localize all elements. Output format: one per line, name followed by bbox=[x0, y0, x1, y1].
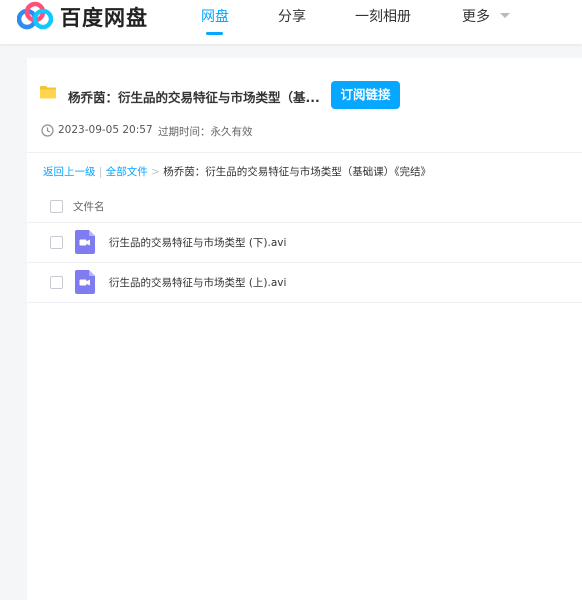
breadcrumb-separator: > bbox=[151, 166, 160, 178]
nav-tab-moments-album[interactable]: 一刻相册 bbox=[355, 6, 411, 26]
breadcrumb-separator: | bbox=[98, 166, 103, 178]
active-tab-indicator bbox=[206, 32, 223, 35]
subscribe-link-button[interactable]: 订阅链接 bbox=[331, 81, 400, 109]
nav-tab-more[interactable]: 更多 bbox=[462, 6, 490, 26]
clock-icon bbox=[41, 124, 54, 137]
video-file-icon bbox=[75, 270, 95, 294]
file-name[interactable]: 衍生品的交易特征与市场类型 (下).avi bbox=[109, 235, 286, 250]
top-navigation-bar: 百度网盘 网盘 分享 一刻相册 更多 bbox=[0, 0, 582, 44]
file-row[interactable]: 衍生品的交易特征与市场类型 (上).avi bbox=[27, 262, 582, 302]
breadcrumb-back-link[interactable]: 返回上一级 bbox=[43, 166, 96, 178]
chevron-down-icon[interactable] bbox=[500, 13, 510, 18]
share-panel: 杨乔茵：衍生品的交易特征与市场类型（基... 订阅链接 2023-09-05 2… bbox=[27, 58, 582, 600]
nav-tab-share[interactable]: 分享 bbox=[278, 6, 306, 26]
video-file-icon bbox=[75, 230, 95, 254]
share-date: 2023-09-05 20:57 bbox=[58, 124, 153, 136]
cloud-logo-icon bbox=[17, 1, 53, 30]
nav-tab-netdisk[interactable]: 网盘 bbox=[201, 6, 229, 26]
brand-name[interactable]: 百度网盘 bbox=[60, 2, 148, 32]
divider bbox=[27, 302, 582, 303]
file-row[interactable]: 衍生品的交易特征与市场类型 (下).avi bbox=[27, 222, 582, 262]
share-title: 杨乔茵：衍生品的交易特征与市场类型（基... bbox=[68, 90, 320, 105]
file-checkbox[interactable] bbox=[50, 276, 63, 289]
file-name[interactable]: 衍生品的交易特征与市场类型 (上).avi bbox=[109, 275, 286, 290]
breadcrumb: 返回上一级 | 全部文件 > 杨乔茵：衍生品的交易特征与市场类型（基础课）《完结… bbox=[43, 164, 431, 179]
column-header-filename[interactable]: 文件名 bbox=[73, 199, 105, 214]
divider bbox=[27, 152, 582, 153]
select-all-checkbox[interactable] bbox=[50, 200, 63, 213]
breadcrumb-current: 杨乔茵：衍生品的交易特征与市场类型（基础课）《完结》 bbox=[163, 166, 431, 178]
breadcrumb-all-files-link[interactable]: 全部文件 bbox=[106, 166, 148, 178]
expire-time: 过期时间：永久有效 bbox=[158, 126, 253, 138]
baidu-netdisk-logo[interactable] bbox=[17, 1, 53, 31]
file-checkbox[interactable] bbox=[50, 236, 63, 249]
folder-icon bbox=[40, 86, 56, 99]
